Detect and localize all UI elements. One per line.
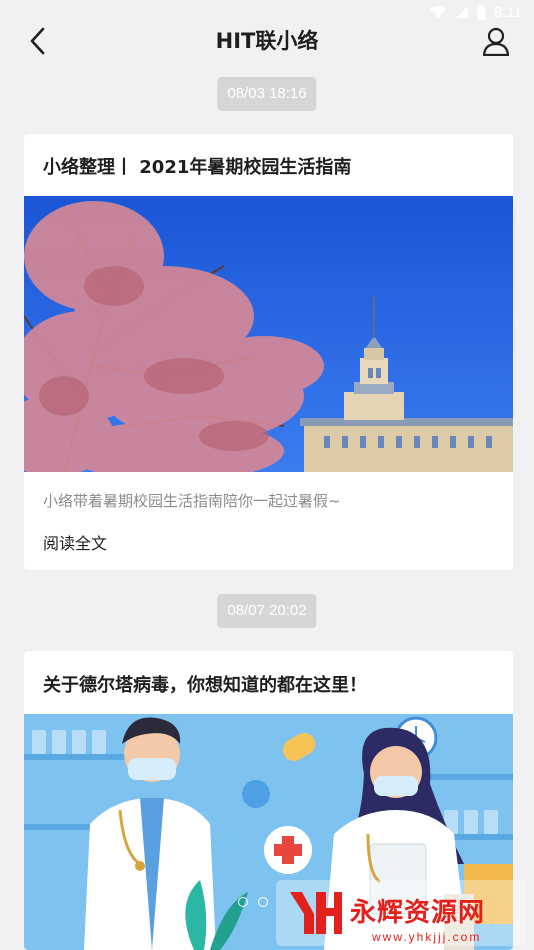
watermark-url: www.yhkjjj.com [372, 930, 482, 944]
watermark: 永辉资源网 www.yhkjjj.com [276, 880, 526, 946]
user-icon [482, 26, 510, 60]
timestamp-badge: 08/03 18:16 [217, 77, 317, 111]
carousel-indicator [238, 897, 268, 907]
pager-dot [258, 897, 268, 907]
status-icons: 8:11 [429, 2, 522, 22]
page-title: HIT联小络 [215, 29, 319, 53]
signal-icon [455, 5, 469, 19]
article-summary: 小络带着暑期校园生活指南陪你一起过暑假~ [43, 492, 341, 510]
watermark-logo-icon [286, 888, 344, 942]
article-title: 小络整理丨 2021年暑期校园生活指南 [43, 157, 352, 178]
article-card[interactable]: 小络整理丨 2021年暑期校园生活指南 小络带着暑期校园生活指南陪你一起过暑假~… [24, 134, 513, 570]
article-cover-image [24, 196, 513, 472]
status-time: 8:11 [493, 3, 522, 21]
article-title: 关于德尔塔病毒，你想知道的都在这里！ [43, 675, 367, 696]
nav-bar: HIT联小络 [0, 24, 534, 62]
watermark-text: 永辉资源网 [350, 898, 486, 928]
timestamp-badge: 08/07 20:02 [217, 594, 317, 628]
pager-dot [238, 897, 248, 907]
read-more-link[interactable]: 阅读全文 [43, 530, 107, 554]
status-bar: 8:11 [0, 0, 534, 24]
battery-icon [477, 4, 486, 20]
wifi-icon [429, 5, 447, 19]
profile-button[interactable] [478, 24, 514, 62]
